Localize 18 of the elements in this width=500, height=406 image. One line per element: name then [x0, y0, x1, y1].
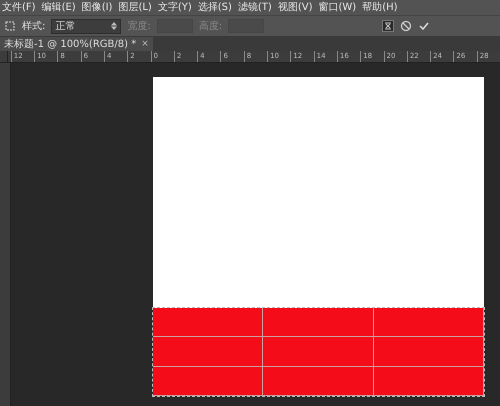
marquee-tool-icon[interactable] [4, 20, 16, 32]
menu-item[interactable]: 视图(V) [278, 2, 312, 12]
warp-icon[interactable] [382, 20, 394, 32]
menu-item[interactable]: 文字(Y) [158, 2, 192, 12]
cancel-icon[interactable] [400, 20, 412, 32]
menu-item[interactable]: 图层(L) [118, 2, 152, 12]
style-label: 样式: [22, 20, 46, 33]
menu-item[interactable]: 编辑(E) [42, 2, 76, 12]
menu-item[interactable]: 滤镜(T) [238, 2, 272, 12]
checkmark-icon[interactable] [418, 20, 430, 32]
menu-item[interactable]: 窗口(W) [318, 2, 356, 12]
menu-item[interactable]: 选择(S) [198, 2, 232, 12]
stepper-icon [111, 22, 118, 30]
menu-item[interactable]: 文件(F) [2, 2, 36, 12]
style-dropdown[interactable]: 正常 [51, 18, 122, 34]
document-tab[interactable]: 未标题-1 @ 100%(RGB/8) * × [0, 37, 153, 51]
menu-item[interactable]: 图像(I) [82, 2, 112, 12]
menu-item[interactable]: 帮助(H) [362, 2, 398, 12]
